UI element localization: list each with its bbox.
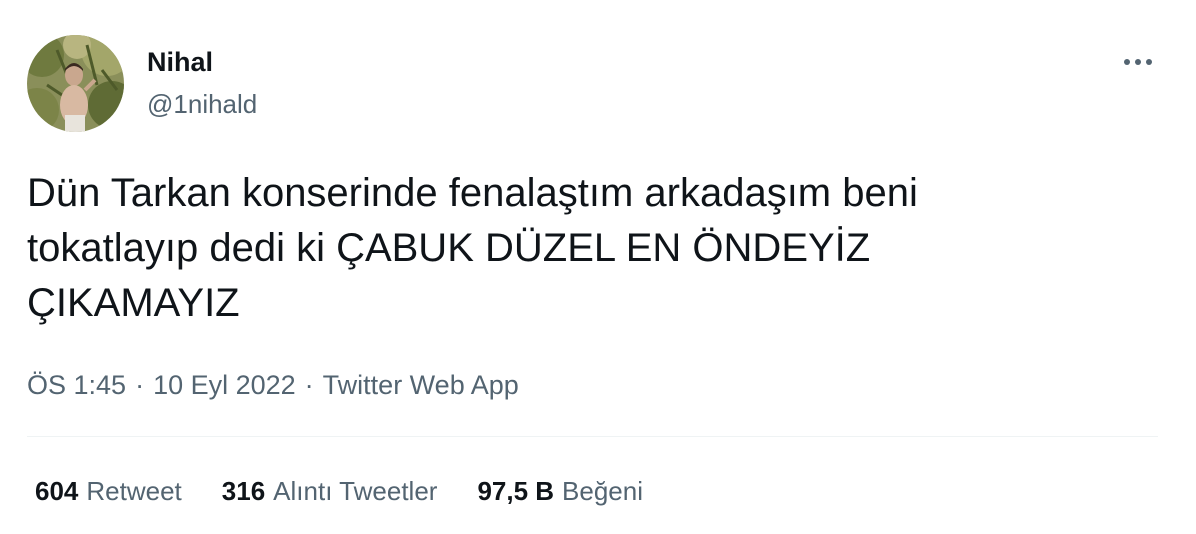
retweet-count: 604 <box>35 476 79 506</box>
more-options-button[interactable] <box>1118 48 1158 76</box>
separator-dot: · <box>135 370 145 400</box>
retweet-label: Retweet <box>86 476 182 506</box>
tweet-source[interactable]: Twitter Web App <box>323 370 519 400</box>
tweet-card: Nihal @1nihald Dün Tarkan konserinde fen… <box>0 0 1196 534</box>
separator-dot: · <box>304 370 314 400</box>
quote-count: 316 <box>221 476 266 506</box>
like-count-link[interactable]: 97,5 B Beğeni <box>477 474 643 508</box>
quote-count-link[interactable]: 316 Alıntı Tweetler <box>222 474 438 508</box>
tweet-metadata: ÖS 1:45 · 10 Eyl 2022 · Twitter Web App <box>27 367 519 403</box>
avatar-photo <box>27 35 124 132</box>
tweet-timestamp-time[interactable]: ÖS 1:45 <box>27 370 126 400</box>
tweet-timestamp-date[interactable]: 10 Eyl 2022 <box>153 370 296 400</box>
avatar[interactable] <box>27 35 124 132</box>
like-label: Beğeni <box>562 476 644 506</box>
display-name[interactable]: Nihal <box>147 44 213 80</box>
divider <box>27 436 1158 437</box>
user-handle[interactable]: @1nihald <box>147 87 257 121</box>
like-count: 97,5 B <box>477 476 555 506</box>
retweet-count-link[interactable]: 604 Retweet <box>35 474 182 508</box>
tweet-stats: 604 Retweet 316 Alıntı Tweetler 97,5 B Beğe… <box>35 474 683 508</box>
more-horizontal-icon <box>1124 59 1152 65</box>
quote-label: Alıntı Tweetler <box>273 476 438 506</box>
tweet-text: Dün Tarkan konserinde fenalaştım arkadaş… <box>27 171 918 325</box>
